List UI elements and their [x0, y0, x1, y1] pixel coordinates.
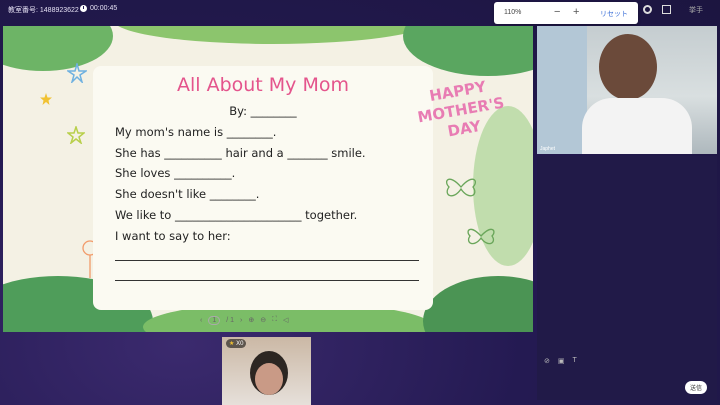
teacher-video: Japhet: [537, 26, 717, 154]
zoom-reset-button[interactable]: リセット: [600, 9, 628, 19]
zoom-out-icon[interactable]: ⊖: [260, 316, 266, 324]
student-video: ★ X0: [222, 337, 311, 405]
worksheet-line: We like to ______________________ togeth…: [115, 208, 358, 222]
room-id: 教室番号: 1488923622: [8, 7, 79, 14]
top-bar: 教室番号: 1488923622 00:00:45 110% − + リセット …: [0, 0, 720, 24]
student-face: [255, 363, 283, 395]
answer-rule: [115, 260, 419, 261]
chat-panel: ⊘ ▣ T 送信: [537, 156, 717, 400]
teacher-face: [599, 34, 657, 100]
clock-icon: [80, 5, 87, 12]
page-number[interactable]: 1: [208, 315, 221, 325]
worksheet-line: She loves __________.: [115, 166, 236, 180]
zoom-out-button[interactable]: −: [554, 6, 560, 18]
slide-pager: ‹ 1 / 1 › ⊕ ⊖ ⛶ ◁: [200, 313, 334, 327]
worksheet-line: My mom's name is ________.: [115, 125, 277, 139]
image-icon[interactable]: ▣: [558, 357, 565, 365]
star-icon: [67, 63, 87, 83]
star-icon: [67, 126, 85, 144]
foliage-bottom-right: [423, 276, 533, 332]
teacher-shirt: [582, 98, 692, 154]
worksheet-line: She doesn't like ________.: [115, 187, 260, 201]
expand-icon[interactable]: [662, 5, 671, 14]
text-icon[interactable]: T: [573, 357, 577, 365]
page-total: / 1: [226, 316, 235, 324]
foliage-top-left: [3, 26, 113, 71]
worksheet-card: All About My Mom By: ________ My mom's n…: [93, 66, 433, 310]
star-count-badge: ★ X0: [226, 339, 247, 348]
wall-panel: [537, 26, 587, 154]
timer-text: 00:00:45: [90, 5, 118, 12]
worksheet-title: All About My Mom: [176, 74, 349, 96]
fullscreen-icon[interactable]: ⛶: [272, 316, 277, 324]
zoom-in-icon[interactable]: ⊕: [248, 316, 254, 324]
worksheet-line: She has __________ hair and a _______ sm…: [115, 146, 366, 160]
butterfly-icon: [446, 178, 476, 197]
zoom-level: 110%: [504, 9, 522, 16]
foliage-top: [113, 26, 433, 44]
gear-icon[interactable]: [643, 5, 652, 14]
butterfly-icon: [467, 228, 495, 245]
next-page-button[interactable]: ›: [240, 317, 242, 324]
emoji-icon[interactable]: ⊘: [544, 357, 550, 365]
slide-panel: ♥ All About My Mom By: ________ My mom's…: [3, 26, 533, 332]
prev-page-button[interactable]: ‹: [200, 317, 202, 324]
send-button[interactable]: 送信: [685, 381, 708, 394]
raise-hand-button[interactable]: 挙手: [689, 5, 703, 15]
star-count: X0: [236, 341, 244, 347]
trophy-icon: ★: [229, 341, 235, 347]
teacher-name: Japhet: [540, 146, 556, 152]
star-icon: [40, 93, 52, 105]
session-timer: 00:00:45: [80, 5, 117, 12]
chat-tools: ⊘ ▣ T: [544, 357, 577, 365]
zoom-popup: 110% − + リセット: [494, 2, 638, 24]
collapse-icon[interactable]: ◁: [283, 316, 288, 324]
zoom-in-button[interactable]: +: [573, 6, 579, 18]
worksheet-line: I want to say to her:: [115, 229, 231, 243]
worksheet-line-by: By: ________: [229, 104, 297, 118]
answer-rule: [115, 280, 419, 281]
